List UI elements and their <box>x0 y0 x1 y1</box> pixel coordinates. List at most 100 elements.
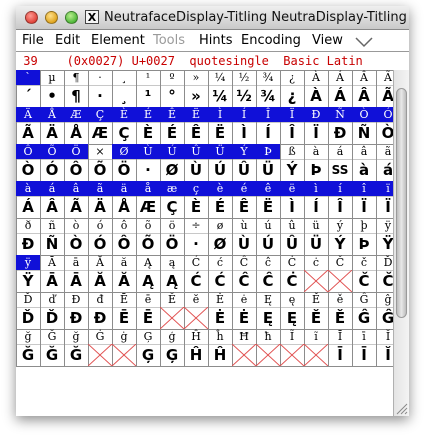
glyph-label[interactable]: ó <box>88 218 112 233</box>
glyph-cell[interactable]: · <box>88 85 112 107</box>
glyph-cell[interactable]: Æ <box>88 122 112 144</box>
glyph-label[interactable]: ē <box>136 292 160 307</box>
glyph-label[interactable]: Ē <box>112 292 136 307</box>
glyph-label[interactable]: ĕ <box>184 292 208 307</box>
glyph-label[interactable]: Ò <box>352 107 376 122</box>
resize-grip-icon[interactable] <box>394 401 408 415</box>
glyph-cell[interactable]: Ģ <box>160 344 184 366</box>
glyph-cell[interactable]: Ĝ <box>376 307 393 329</box>
glyph-label[interactable]: Ú <box>160 144 184 159</box>
glyph-cell[interactable]: Û <box>232 159 256 181</box>
glyph-cell[interactable]: Þ <box>304 159 328 181</box>
glyph-label[interactable]: Û <box>184 144 208 159</box>
glyph-cell[interactable]: Ē <box>112 307 136 329</box>
glyph-cell[interactable]: Ç <box>160 196 184 218</box>
empty-glyph-cell[interactable] <box>256 344 280 366</box>
glyph-label[interactable]: ò <box>64 218 88 233</box>
glyph-cell[interactable]: » <box>184 85 208 107</box>
empty-glyph-cell[interactable] <box>280 344 304 366</box>
glyph-cell[interactable]: Ă <box>112 270 136 292</box>
glyph-label[interactable]: Ø <box>112 144 136 159</box>
glyph-cell[interactable]: Ĭ <box>376 344 393 366</box>
glyph-cell[interactable]: Á <box>16 196 40 218</box>
glyph-cell[interactable]: Ę <box>256 307 280 329</box>
vertical-scrollbar[interactable] <box>393 70 409 416</box>
glyph-cell[interactable]: Ī <box>328 344 352 366</box>
glyph-cell[interactable]: Ñ <box>40 233 64 255</box>
glyph-cell[interactable]: Ĉ <box>256 270 280 292</box>
glyph-cell[interactable]: Đ <box>64 307 88 329</box>
glyph-cell[interactable]: ½ <box>232 85 256 107</box>
glyph-label[interactable]: ğ <box>64 329 88 344</box>
glyph-cell[interactable]: Ù <box>232 233 256 255</box>
glyph-label[interactable]: í <box>328 181 352 196</box>
glyph-cell[interactable]: Ĉ <box>232 270 256 292</box>
glyph-cell[interactable]: Â <box>352 85 376 107</box>
glyph-cell[interactable]: É <box>160 122 184 144</box>
glyph-cell[interactable]: Č <box>376 270 393 292</box>
glyph-label[interactable]: ĩ <box>304 329 328 344</box>
glyph-cell[interactable]: É <box>208 196 232 218</box>
glyph-label[interactable]: » <box>184 70 208 85</box>
glyph-cell[interactable]: Ü <box>256 159 280 181</box>
glyph-label[interactable]: ą <box>160 255 184 270</box>
menu-edit[interactable]: Edit <box>55 32 80 49</box>
glyph-label[interactable]: ģ <box>160 329 184 344</box>
glyph-cell[interactable]: Ö <box>160 233 184 255</box>
glyph-label[interactable]: Ê <box>160 107 184 122</box>
glyph-cell[interactable]: Î <box>328 196 352 218</box>
glyph-label[interactable]: Ď <box>376 255 393 270</box>
glyph-label[interactable]: ú <box>256 218 280 233</box>
glyph-cell[interactable]: Ñ <box>352 122 376 144</box>
glyph-label[interactable]: ä <box>112 181 136 196</box>
glyph-label[interactable]: Þ <box>256 144 280 159</box>
glyph-label[interactable]: Ċ <box>280 255 304 270</box>
glyph-label[interactable]: ď <box>40 292 64 307</box>
glyph-cell[interactable]: Þ <box>352 233 376 255</box>
glyph-label[interactable]: ċ <box>304 255 328 270</box>
glyph-label[interactable]: Ĩ <box>280 329 304 344</box>
glyph-cell[interactable]: Ë <box>208 122 232 144</box>
glyph-label[interactable]: É <box>136 107 160 122</box>
glyph-cell[interactable]: ¼ <box>208 85 232 107</box>
glyph-cell[interactable]: Ī <box>352 344 376 366</box>
glyph-cell[interactable]: Á <box>328 85 352 107</box>
glyph-cell[interactable]: Ć <box>184 270 208 292</box>
glyph-cell[interactable]: Ğ <box>40 344 64 366</box>
glyph-label[interactable]: ¾ <box>256 70 280 85</box>
glyph-label[interactable]: Đ <box>64 292 88 307</box>
glyph-cell[interactable]: Ģ <box>136 344 160 366</box>
glyph-label[interactable]: å <box>136 181 160 196</box>
glyph-cell[interactable]: Ú <box>256 233 280 255</box>
minimize-icon[interactable] <box>45 11 58 24</box>
glyph-cell[interactable]: Ÿ <box>376 233 393 255</box>
glyph-cell[interactable]: Ğ <box>16 344 40 366</box>
glyph-cell[interactable]: Ò <box>16 159 40 181</box>
glyph-label[interactable]: à <box>304 144 328 159</box>
glyph-cell[interactable]: Ë <box>256 196 280 218</box>
glyph-cell[interactable]: Ã <box>64 196 88 218</box>
glyph-label[interactable]: ă <box>112 255 136 270</box>
glyph-label[interactable]: ö <box>160 218 184 233</box>
glyph-label[interactable]: þ <box>352 218 376 233</box>
glyph-cell[interactable]: Ý <box>280 159 304 181</box>
glyph-label[interactable]: â <box>64 181 88 196</box>
glyph-label[interactable]: ß <box>280 144 304 159</box>
glyph-cell[interactable]: Ċ <box>280 270 304 292</box>
glyph-cell[interactable]: Ê <box>184 122 208 144</box>
glyph-label[interactable]: ï <box>376 181 393 196</box>
glyph-label[interactable]: ü <box>304 218 328 233</box>
glyph-cell[interactable]: ° <box>160 85 184 107</box>
glyph-cell[interactable]: Ï <box>304 122 328 144</box>
glyph-label[interactable]: ī <box>352 329 376 344</box>
glyph-label[interactable]: × <box>88 144 112 159</box>
glyph-cell[interactable]: Í <box>256 122 280 144</box>
glyph-cell[interactable]: Ï <box>376 196 393 218</box>
glyph-grid[interactable]: ` ´ µ • ¶ ¶ · · ¸ ¸ ¹ ¹ º °»» ¼ ¼ ½ ½ ¾ ¾ ¿ ¿ À À Á Á Â Â Ã Ã Ä Ã Å Ä Æ Å Ç Æ… <box>16 70 393 416</box>
glyph-label[interactable]: é <box>232 181 256 196</box>
glyph-label[interactable]: µ <box>40 70 64 85</box>
glyph-label[interactable]: À <box>304 70 328 85</box>
glyph-label[interactable]: è <box>208 181 232 196</box>
glyph-cell[interactable]: Õ <box>136 233 160 255</box>
glyph-cell[interactable]: ´ <box>16 85 40 107</box>
